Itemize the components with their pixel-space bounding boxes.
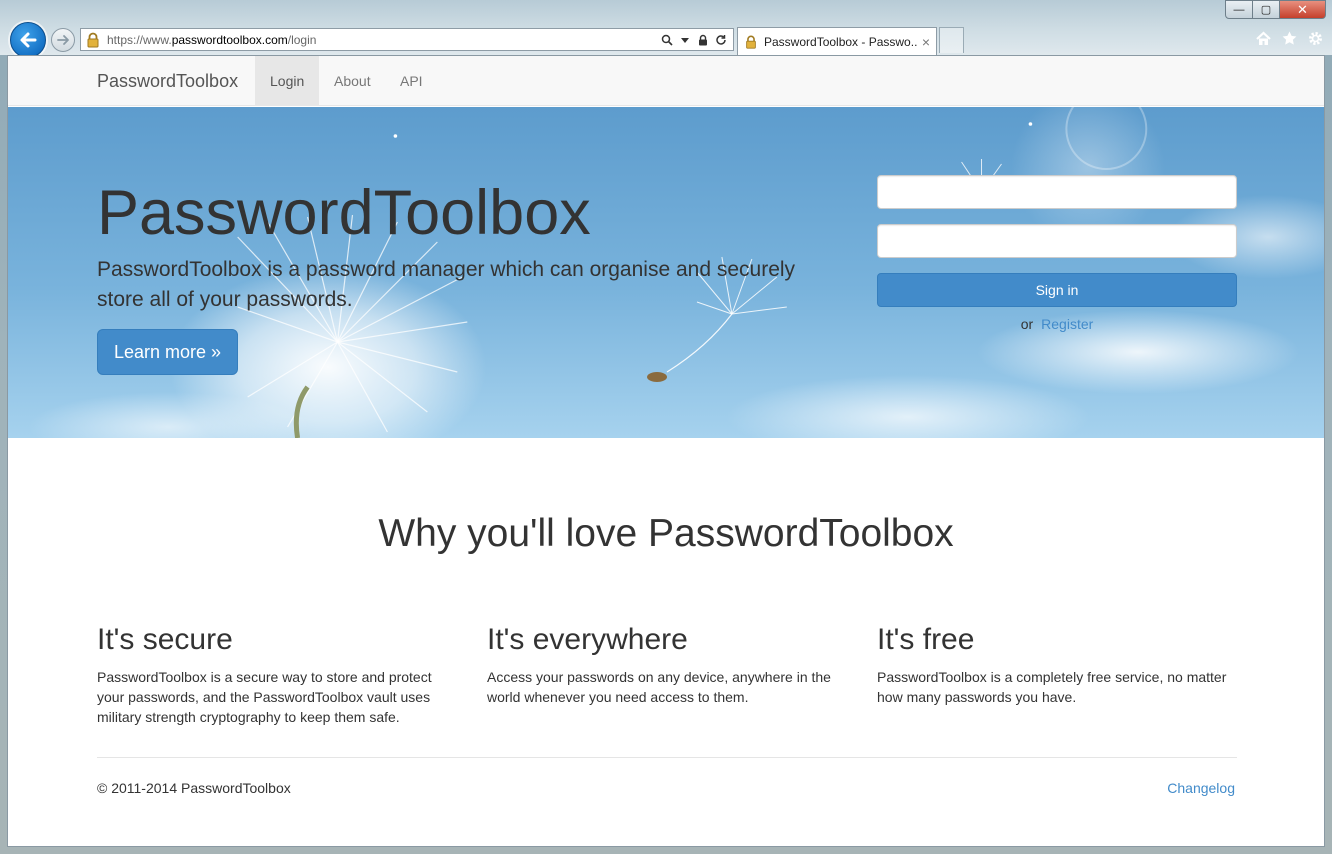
feature-title: It's secure [97, 623, 233, 656]
changelog-link[interactable]: Changelog [1167, 780, 1235, 796]
refresh-icon[interactable] [715, 34, 727, 46]
login-form: Sign in or Register [877, 175, 1237, 332]
feature-secure: It's secure PasswordToolbox is a secure … [97, 623, 457, 727]
back-button[interactable] [10, 22, 46, 58]
favorites-star-icon[interactable] [1281, 30, 1298, 47]
feature-text: PasswordToolbox is a completely free ser… [877, 669, 1227, 705]
window-controls: — ▢ ✕ [1225, 0, 1326, 20]
features-heading: Why you'll love PasswordToolbox [378, 512, 954, 555]
close-window-button[interactable]: ✕ [1280, 0, 1326, 19]
feature-title: It's free [877, 623, 975, 656]
hero-title: PasswordToolbox [97, 178, 591, 248]
gear-icon[interactable] [1307, 30, 1324, 47]
tab-favicon-lock-icon [746, 35, 756, 49]
tab-title: PasswordToolbox - Passwo... [764, 34, 918, 49]
new-tab-button[interactable] [939, 27, 964, 53]
browser-chrome: https://www.passwordtoolbox.com/login Pa… [0, 0, 1332, 58]
feature-everywhere: It's everywhere Access your passwords on… [487, 623, 847, 707]
maximize-button[interactable]: ▢ [1253, 0, 1280, 19]
password-input[interactable] [877, 224, 1237, 258]
hero-description: PasswordToolbox is a password manager wh… [97, 258, 796, 311]
security-lock-icon[interactable] [697, 34, 709, 46]
or-label: or [1020, 316, 1034, 332]
feature-text: PasswordToolbox is a secure way to store… [97, 669, 432, 725]
feature-free: It's free PasswordToolbox is a completel… [877, 623, 1237, 707]
address-url[interactable]: https://www.passwordtoolbox.com/login [107, 33, 661, 47]
address-bar[interactable]: https://www.passwordtoolbox.com/login [80, 28, 734, 51]
username-input[interactable] [877, 175, 1237, 209]
browser-tab[interactable]: PasswordToolbox - Passwo... × [737, 27, 937, 55]
feature-title: It's everywhere [487, 623, 688, 656]
learn-more-button[interactable]: Learn more » [97, 329, 238, 375]
back-arrow-icon [20, 32, 37, 48]
forward-arrow-icon [57, 35, 69, 45]
search-icon[interactable] [661, 34, 673, 46]
browser-toolbar-right [1255, 30, 1324, 47]
navbar: PasswordToolbox Login About API [8, 56, 1324, 106]
nav-link-login[interactable]: Login [255, 56, 320, 106]
padlock-icon [87, 32, 99, 47]
register-row: or Register [877, 316, 1237, 332]
hero-jumbotron: PasswordToolbox PasswordToolbox is a pas… [8, 107, 1324, 438]
feature-text: Access your passwords on any device, any… [487, 669, 831, 705]
home-icon[interactable] [1255, 30, 1272, 47]
web-page: PasswordToolbox Login About API Password… [7, 55, 1325, 847]
nav-link-about[interactable]: About [319, 56, 386, 106]
navbar-brand[interactable]: PasswordToolbox [97, 71, 238, 92]
forward-button[interactable] [51, 28, 75, 52]
register-link[interactable]: Register [1041, 316, 1093, 332]
footer-divider [97, 757, 1237, 758]
nav-link-api[interactable]: API [385, 56, 438, 106]
footer-copyright: © 2011-2014 PasswordToolbox [97, 780, 291, 796]
sign-in-button[interactable]: Sign in [877, 273, 1237, 307]
minimize-button[interactable]: — [1225, 0, 1253, 19]
tab-close-icon[interactable]: × [922, 34, 930, 50]
dropdown-arrow-icon[interactable] [679, 34, 691, 46]
